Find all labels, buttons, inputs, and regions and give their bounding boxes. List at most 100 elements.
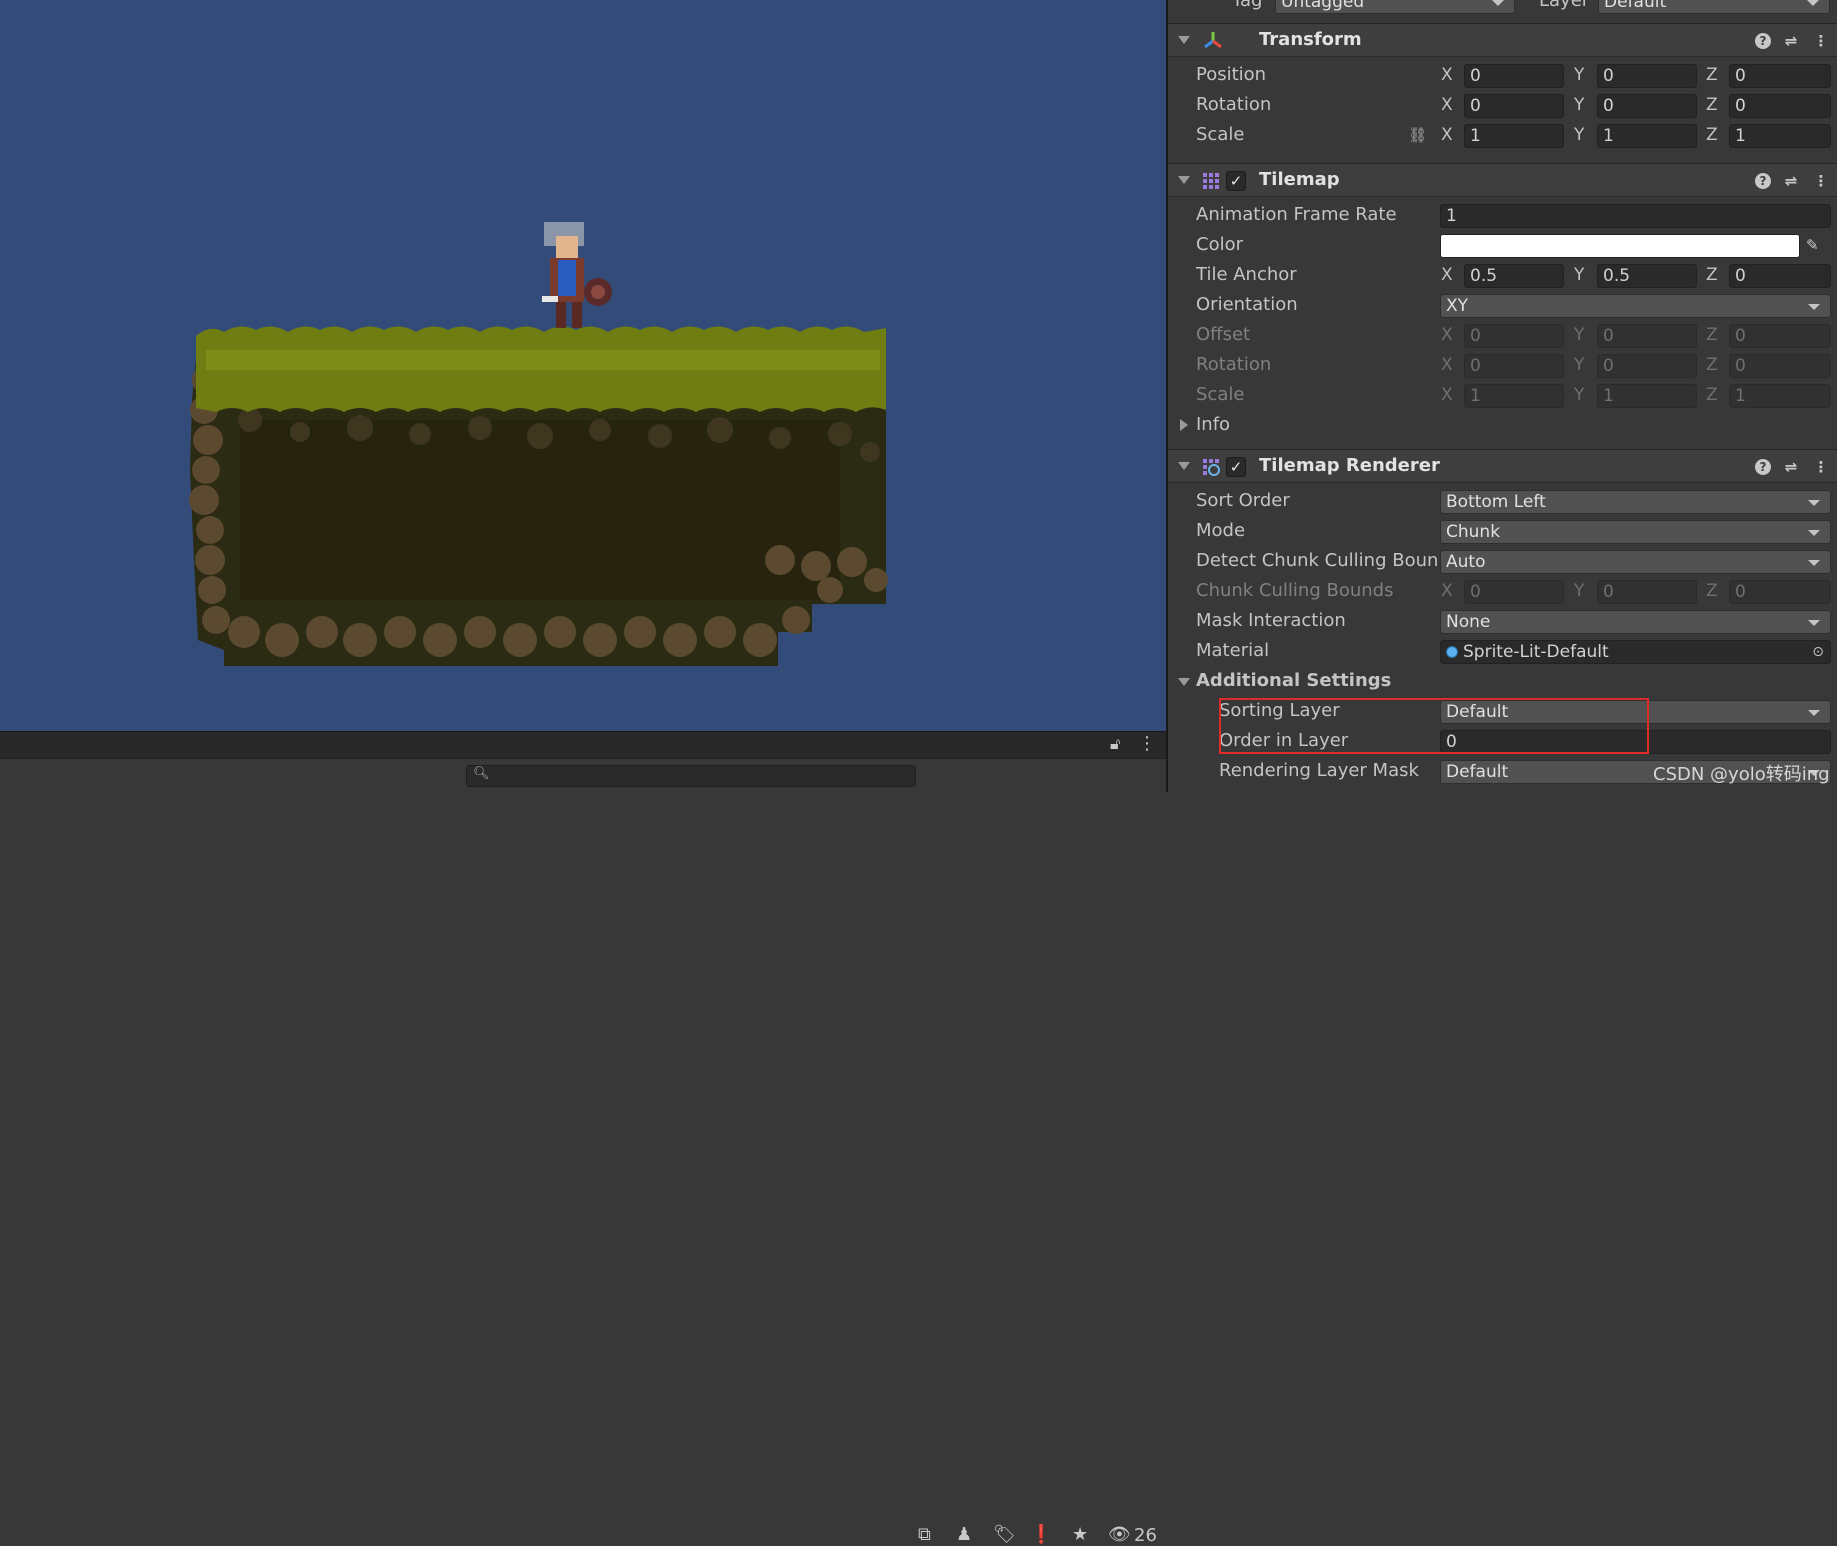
component-title: Tilemap [1259,169,1340,190]
layers-icon[interactable]: ♟ [956,1524,972,1545]
animation-frame-rate-field[interactable]: 1 [1440,204,1831,228]
axis-y-label: Y [1574,355,1585,375]
field-label: Sorting Layer [1219,700,1340,721]
foldout-icon[interactable] [1178,36,1190,44]
color-swatch[interactable] [1440,234,1800,258]
axis-x-label[interactable]: X [1441,120,1453,150]
axis-y-label[interactable]: Y [1574,60,1584,90]
layer-dropdown[interactable]: Default [1598,0,1830,14]
kebab-menu-icon[interactable]: ⋮ [1138,733,1156,754]
scale-z-field[interactable]: 1 [1729,124,1831,148]
position-y-field[interactable]: 0 [1597,64,1697,88]
scene-view[interactable] [0,0,1166,731]
tilemap-renderer-header[interactable]: ✓ Tilemap Renderer ? ⇌ ⋮ [1168,449,1837,483]
sort-order-row: Sort Order Bottom Left [1168,486,1837,516]
axis-z-label: Z [1706,581,1718,601]
axis-z-label: Z [1706,385,1718,405]
offset-x-field: 0 [1464,324,1564,348]
rotation-y-field[interactable]: 0 [1597,94,1697,118]
axis-y-label: Y [1574,581,1585,601]
sorting-layer-dropdown[interactable]: Default [1440,700,1831,724]
order-in-layer-field[interactable]: 0 [1440,730,1831,754]
field-label: Material [1196,640,1270,661]
axis-x-label[interactable]: X [1441,60,1453,90]
search-input[interactable]: 🔍︎ [466,765,916,787]
help-icon[interactable]: ? [1755,459,1771,475]
scene-canvas[interactable] [0,0,1166,731]
foldout-icon[interactable] [1178,462,1190,470]
tile-anchor-z-field[interactable]: 0 [1729,264,1831,288]
orientation-dropdown[interactable]: XY [1440,294,1831,318]
tilemap-scale-z-field: 1 [1729,384,1831,408]
field-label: Info [1196,414,1231,435]
tilemap-header[interactable]: ✓ Tilemap ? ⇌ ⋮ [1168,163,1837,197]
scale-y-field[interactable]: 1 [1597,124,1697,148]
rotation-x-field[interactable]: 0 [1464,94,1564,118]
lock-icon[interactable]: 🔓︎ [1110,734,1120,754]
field-label: Animation Frame Rate [1196,204,1397,225]
mask-interaction-dropdown[interactable]: None [1440,610,1831,634]
foldout-icon[interactable] [1178,176,1190,184]
field-label: Order in Layer [1219,730,1349,751]
warning-icon[interactable]: ❗ [1030,1524,1052,1545]
foldout-icon[interactable] [1180,419,1188,431]
eyedropper-icon[interactable]: ✎ [1806,230,1819,260]
preset-icon[interactable]: ⇌ [1781,171,1801,191]
scale-row: Scale ⛓︎ X 1 Y 1 Z 1 [1168,120,1837,150]
axis-y-label[interactable]: Y [1574,120,1584,150]
scale-x-field[interactable]: 1 [1464,124,1564,148]
tool-settings-icon[interactable]: ⧉ [918,1524,931,1545]
axis-z-label: Z [1706,325,1718,345]
tile-anchor-y-field[interactable]: 0.5 [1597,264,1697,288]
kebab-menu-icon[interactable]: ⋮ [1811,171,1831,191]
field-label: Chunk Culling Bounds [1196,580,1394,601]
axis-z-label[interactable]: Z [1706,260,1718,290]
position-x-field[interactable]: 0 [1464,64,1564,88]
material-field[interactable]: Sprite-Lit-Default ⊙ [1440,640,1831,664]
axis-x-label[interactable]: X [1441,260,1453,290]
tilemap-renderer-icon [1203,459,1220,476]
axis-z-label[interactable]: Z [1706,60,1718,90]
unlink-scale-icon[interactable]: ⛓︎ [1408,120,1427,150]
offset-y-field: 0 [1597,324,1697,348]
star-icon[interactable]: ★ [1072,1524,1088,1545]
kebab-menu-icon[interactable]: ⋮ [1811,31,1831,51]
mode-dropdown[interactable]: Chunk [1440,520,1831,544]
info-foldout[interactable]: Info [1168,410,1837,440]
help-icon[interactable]: ? [1755,173,1771,189]
foldout-icon[interactable] [1178,678,1190,686]
axis-z-label[interactable]: Z [1706,120,1718,150]
field-label: Sort Order [1196,490,1290,511]
position-z-field[interactable]: 0 [1729,64,1831,88]
field-label: Scale [1196,124,1245,145]
axis-y-label[interactable]: Y [1574,90,1584,120]
rotation-z-field[interactable]: 0 [1729,94,1831,118]
position-row: Position X 0 Y 0 Z 0 [1168,60,1837,90]
help-icon[interactable]: ? [1755,33,1771,49]
kebab-menu-icon[interactable]: ⋮ [1811,457,1831,477]
axis-z-label[interactable]: Z [1706,90,1718,120]
tag-icon[interactable]: 🏷︎ [993,1524,1016,1545]
tilemap-enabled-checkbox[interactable]: ✓ [1226,171,1246,191]
field-label: Position [1196,64,1267,85]
field-label: Scale [1196,384,1245,405]
hidden-icon[interactable]: 👁︎ [1108,1524,1131,1545]
transform-header[interactable]: Transform ? ⇌ ⋮ [1168,23,1837,57]
tilemap-scale-row: Scale X 1 Y 1 Z 1 [1168,380,1837,410]
detect-culling-dropdown[interactable]: Auto [1440,550,1831,574]
section-label: Additional Settings [1196,670,1392,691]
color-row: Color ✎ [1168,230,1837,260]
axis-y-label[interactable]: Y [1574,260,1584,290]
preset-icon[interactable]: ⇌ [1781,457,1801,477]
tile-anchor-x-field[interactable]: 0.5 [1464,264,1564,288]
additional-settings-foldout[interactable]: Additional Settings [1168,666,1837,696]
axis-x-label[interactable]: X [1441,90,1453,120]
culling-bounds-z-field: 0 [1729,580,1831,604]
sort-order-dropdown[interactable]: Bottom Left [1440,490,1831,514]
tag-dropdown[interactable]: Untagged [1275,0,1515,14]
renderer-enabled-checkbox[interactable]: ✓ [1226,457,1246,477]
offset-row: Offset X 0 Y 0 Z 0 [1168,320,1837,350]
preset-icon[interactable]: ⇌ [1781,31,1801,51]
object-picker-icon[interactable]: ⊙ [1812,641,1824,663]
tile-anchor-row: Tile Anchor X 0.5 Y 0.5 Z 0 [1168,260,1837,290]
